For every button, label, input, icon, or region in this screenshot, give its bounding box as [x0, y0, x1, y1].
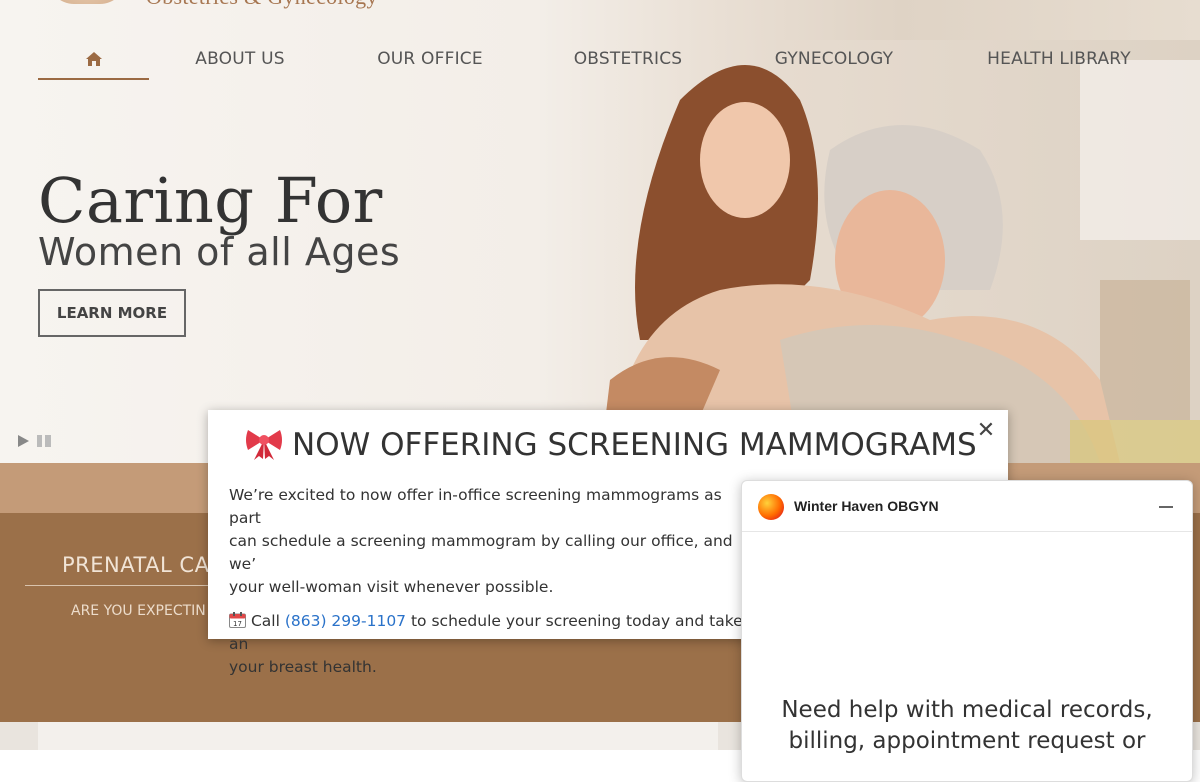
- hero-photo: [600, 40, 1200, 463]
- slider-controls: [18, 432, 52, 450]
- chat-message-line-1: Need help with medical records,: [781, 697, 1153, 723]
- ribbon-icon: [246, 430, 282, 460]
- logo[interactable]: Obstetrics & Gynecology: [0, 0, 450, 16]
- play-icon[interactable]: [18, 434, 29, 447]
- modal-body-line-2: can schedule a screening mammogram by ca…: [229, 532, 733, 573]
- svg-text:17: 17: [233, 620, 242, 628]
- logo-text: Obstetrics & Gynecology: [146, 0, 378, 10]
- chat-message-line-2: billing, appointment request or: [788, 728, 1146, 754]
- modal-body-line-3: your well-woman visit whenever possible.: [229, 578, 554, 596]
- home-icon: [85, 52, 102, 66]
- phone-link[interactable]: (863) 299-1107: [285, 612, 406, 630]
- nav-home[interactable]: [38, 40, 149, 80]
- modal-title: NOW OFFERING SCREENING MAMMOGRAMS: [244, 426, 977, 463]
- hero-subtitle: Women of all Ages: [38, 230, 401, 274]
- main-nav: ABOUT US OUR OFFICE OBSTETRICS GYNECOLOG…: [0, 40, 1200, 80]
- nav-obstetrics[interactable]: OBSTETRICS: [568, 40, 688, 78]
- service-subtitle-prenatal: ARE YOU EXPECTIN: [71, 603, 206, 619]
- hero-title: Caring For: [38, 164, 383, 237]
- call-suffix-2: your breast health.: [229, 658, 377, 676]
- chat-logo-icon: [758, 494, 784, 520]
- chat-message: Need help with medical records, billing,…: [762, 695, 1172, 757]
- modal-paragraph-2: 17 Call (863) 299-1107 to schedule your …: [229, 610, 749, 679]
- modal-paragraph-1: We’re excited to now offer in-office scr…: [229, 484, 749, 599]
- modal-body: We’re excited to now offer in-office scr…: [229, 484, 749, 690]
- minimize-icon[interactable]: [1156, 497, 1176, 515]
- chat-widget: Winter Haven OBGYN Need help with medica…: [741, 480, 1193, 782]
- pause-icon[interactable]: [37, 434, 52, 447]
- close-icon[interactable]: ✕: [976, 418, 996, 442]
- modal-body-line-1: We’re excited to now offer in-office scr…: [229, 486, 722, 527]
- modal-title-text: NOW OFFERING SCREENING MAMMOGRAMS: [292, 427, 977, 463]
- nav-gynecology[interactable]: GYNECOLOGY: [765, 40, 903, 78]
- chat-title: Winter Haven OBGYN: [794, 498, 939, 514]
- chat-header: Winter Haven OBGYN: [742, 481, 1192, 532]
- nav-our-office[interactable]: OUR OFFICE: [368, 40, 492, 78]
- learn-more-button[interactable]: LEARN MORE: [38, 289, 186, 337]
- calendar-icon: 17: [229, 612, 246, 628]
- footer-inner: [38, 722, 718, 750]
- logo-emblem: [48, 0, 126, 4]
- call-prefix: Call: [250, 612, 280, 630]
- nav-health-library[interactable]: HEALTH LIBRARY: [980, 40, 1138, 78]
- nav-about-us[interactable]: ABOUT US: [183, 40, 297, 78]
- hero-banner: Obstetrics & Gynecology ABOUT US OUR OFF…: [0, 0, 1200, 463]
